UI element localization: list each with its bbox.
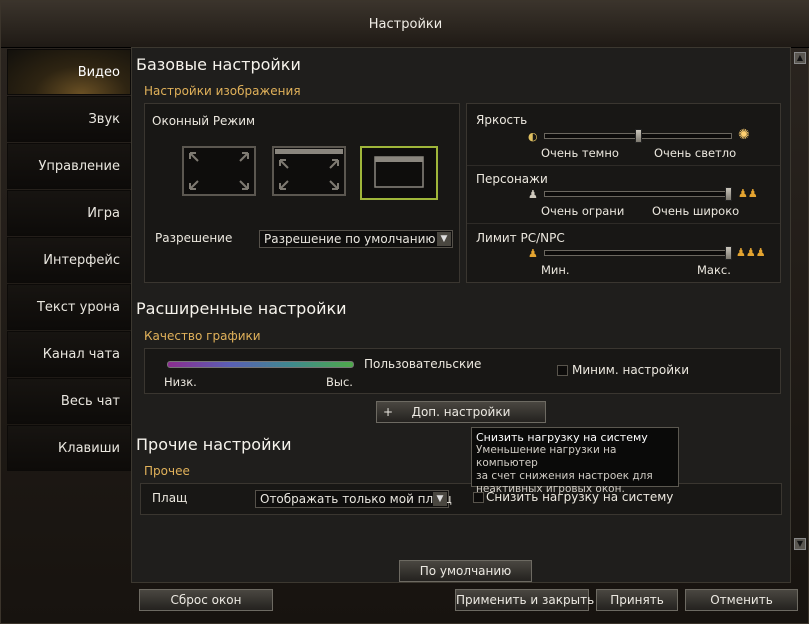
- tooltip-title: Снизить нагрузку на систему: [476, 431, 648, 444]
- tooltip-line: Уменьшение нагрузки на компьютер: [476, 444, 617, 469]
- cancel-button[interactable]: Отменить: [685, 589, 798, 611]
- nav-item-interface[interactable]: Интерфейс: [7, 237, 131, 283]
- nav-item-video[interactable]: Видео: [7, 49, 131, 95]
- nav-item-all-chat[interactable]: Весь чат: [7, 378, 131, 424]
- image-settings-header: Настройки изображения: [144, 84, 301, 98]
- other-settings-title: Прочие настройки: [136, 435, 292, 454]
- nav-item-controls[interactable]: Управление: [7, 143, 131, 189]
- nav-item-chat-channel[interactable]: Канал чата: [7, 331, 131, 377]
- basic-settings-title: Базовые настройки: [136, 55, 301, 74]
- settings-window: Настройки Видео Звук Управление Игра Инт…: [0, 0, 809, 624]
- more-settings-label: Доп. настройки: [411, 405, 511, 419]
- characters-label: Персонажи: [476, 172, 548, 186]
- single-person-icon: ♟: [528, 188, 538, 201]
- characters-min-label: Очень ограни: [541, 204, 625, 218]
- tooltip-line: неактивных игровых окон.: [476, 483, 625, 495]
- pc-npc-max-label: Макс.: [697, 263, 731, 277]
- borderless-window-icon: [275, 149, 343, 190]
- quality-low-label: Низк.: [164, 375, 197, 389]
- resolution-value: Разрешение по умолчанию: [264, 232, 436, 246]
- plus-icon: +: [383, 405, 394, 419]
- two-persons-icon: ♟♟: [738, 187, 758, 200]
- cloak-value: Отображать только мой плащ: [260, 492, 452, 506]
- video-settings-panel: Базовые настройки Настройки изображения …: [131, 47, 791, 583]
- default-button[interactable]: По умолчанию: [399, 560, 532, 582]
- chevron-down-icon: ▼: [437, 232, 451, 246]
- display-sliders-box: Яркость ◐ ✺ Очень темно Очень светло Пер…: [466, 103, 781, 283]
- advanced-settings-title: Расширенные настройки: [136, 299, 347, 318]
- window-mode-windowed[interactable]: [360, 146, 438, 200]
- brightness-max-label: Очень светло: [654, 146, 737, 160]
- title-bar[interactable]: Настройки: [1, 1, 809, 48]
- brightness-label: Яркость: [476, 113, 528, 127]
- nav-item-keys[interactable]: Клавиши: [7, 425, 131, 471]
- min-settings-label: Миним. настройки: [572, 363, 690, 377]
- apply-and-close-button[interactable]: Применить и закрыть: [455, 589, 594, 611]
- brightness-slider-handle[interactable]: [634, 129, 642, 143]
- characters-slider-handle[interactable]: [725, 187, 732, 201]
- accept-button[interactable]: Принять: [596, 589, 678, 611]
- cloak-label: Плащ: [152, 491, 188, 505]
- dark-moon-icon: ◐: [528, 130, 538, 143]
- tooltip-line: за счет снижения настроек для: [476, 470, 653, 482]
- window-mode-box: Оконный Режим Разрешение Разрешение по у…: [144, 103, 460, 283]
- sun-icon: ✺: [738, 127, 750, 143]
- divider: [467, 223, 780, 224]
- window-mode-label: Оконный Режим: [152, 114, 256, 128]
- graphics-quality-header: Качество графики: [144, 329, 261, 343]
- reset-windows-button[interactable]: Сброс окон: [139, 589, 273, 611]
- characters-slider[interactable]: [544, 191, 732, 197]
- quality-high-label: Выс.: [326, 375, 353, 389]
- characters-max-label: Очень широко: [652, 204, 740, 218]
- chevron-down-icon: ▼: [433, 492, 447, 506]
- reduce-load-tooltip: Снизить нагрузку на систему Уменьшение н…: [471, 427, 679, 495]
- settings-nav: Видео Звук Управление Игра Интерфейс Тек…: [7, 49, 131, 472]
- crowd-icon: ♟♟♟: [736, 246, 766, 259]
- window-title: Настройки: [368, 17, 443, 32]
- fullscreen-icon: [189, 152, 249, 190]
- cloak-select[interactable]: Отображать только мой плащ ▼: [255, 490, 452, 508]
- scroll-up-icon[interactable]: ▲: [794, 52, 806, 64]
- scroll-down-icon[interactable]: ▼: [794, 538, 806, 550]
- more-settings-button[interactable]: + Доп. настройки: [376, 401, 546, 423]
- resolution-select[interactable]: Разрешение по умолчанию ▼: [259, 230, 453, 248]
- min-settings-checkbox[interactable]: [557, 365, 568, 376]
- pc-npc-limit-slider[interactable]: [544, 250, 732, 256]
- graphics-quality-slider[interactable]: [167, 361, 354, 368]
- pc-npc-limit-label: Лимит PC/NPC: [476, 231, 565, 245]
- brightness-min-label: Очень темно: [541, 146, 619, 160]
- single-person-icon: ♟: [528, 247, 538, 260]
- nav-item-game[interactable]: Игра: [7, 190, 131, 236]
- nav-item-sound[interactable]: Звук: [7, 96, 131, 142]
- quality-preset-label: Пользовательские: [364, 357, 482, 371]
- resolution-label: Разрешение: [155, 231, 233, 245]
- window-mode-borderless[interactable]: [272, 146, 346, 196]
- divider: [467, 165, 780, 166]
- pc-npc-limit-slider-handle[interactable]: [725, 246, 732, 260]
- windowed-icon: [374, 156, 424, 188]
- other-box: [140, 483, 782, 515]
- other-header: Прочее: [144, 464, 190, 478]
- window-mode-fullscreen[interactable]: [182, 146, 256, 196]
- pc-npc-min-label: Мин.: [541, 263, 570, 277]
- nav-item-damage-text[interactable]: Текст урона: [7, 284, 131, 330]
